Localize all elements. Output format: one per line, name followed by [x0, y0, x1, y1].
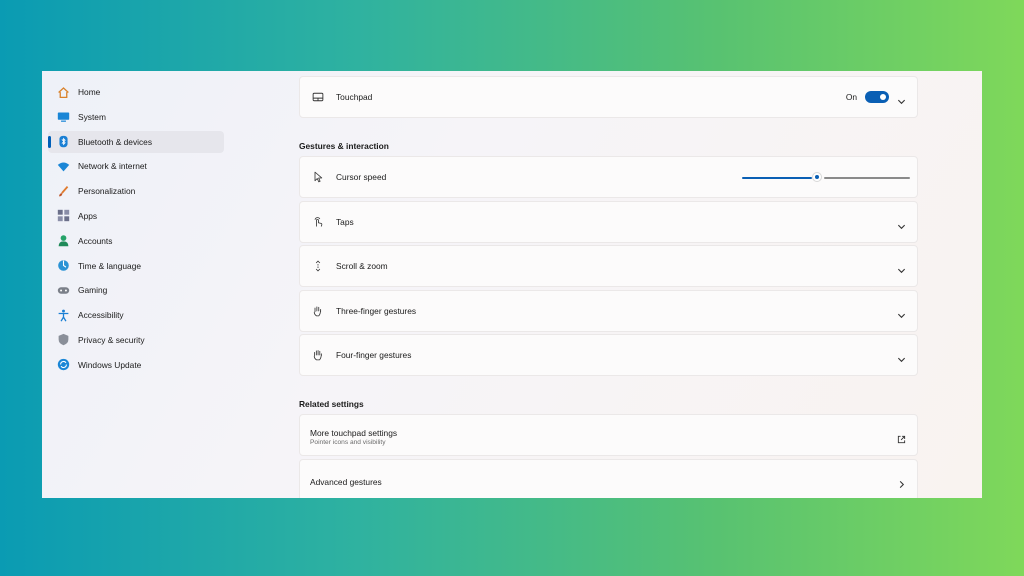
- three-finger-label: Three-finger gestures: [336, 306, 417, 316]
- sidebar-item-privacy-security[interactable]: Privacy & security: [48, 329, 224, 351]
- scroll-zoom-card[interactable]: Scroll & zoom: [299, 245, 918, 287]
- chevron-down-icon[interactable]: [897, 351, 906, 362]
- sidebar-item-bluetooth-devices[interactable]: Bluetooth & devices: [48, 130, 224, 153]
- slider-fill: [742, 177, 812, 179]
- system-icon: [56, 110, 70, 124]
- sidebar-item-accessibility[interactable]: Accessibility: [48, 304, 224, 326]
- cursor-speed-slider[interactable]: [742, 157, 910, 199]
- settings-window: Home System Bluetooth & devices Network …: [42, 71, 982, 498]
- cursor-speed-label: Cursor speed: [336, 172, 387, 182]
- sidebar-item-gaming[interactable]: Gaming: [48, 279, 224, 301]
- shield-icon: [56, 333, 70, 347]
- sidebar-item-label: System: [78, 111, 106, 122]
- slider-thumb[interactable]: [812, 172, 822, 182]
- gestures-section-title: Gestures & interaction: [299, 141, 389, 151]
- sidebar-item-label: Personalization: [78, 186, 136, 197]
- cursor-icon: [311, 170, 325, 184]
- three-finger-hand-icon: [311, 304, 325, 318]
- sidebar-item-label: Network & internet: [78, 161, 147, 172]
- sidebar-item-label: Privacy & security: [78, 334, 145, 345]
- accounts-icon: [56, 234, 70, 248]
- sidebar-item-label: Accounts: [78, 235, 113, 246]
- advanced-gestures-card[interactable]: Advanced gestures: [299, 459, 918, 498]
- sidebar-item-system[interactable]: System: [48, 106, 224, 128]
- sidebar-item-label: Bluetooth & devices: [78, 136, 153, 147]
- touchpad-card[interactable]: Touchpad On: [299, 76, 918, 118]
- chevron-down-icon[interactable]: [897, 93, 906, 104]
- sidebar-item-label: Windows Update: [78, 359, 142, 370]
- home-icon: [56, 85, 70, 99]
- sidebar-item-home[interactable]: Home: [48, 81, 224, 103]
- sidebar-item-personalization[interactable]: Personalization: [48, 180, 224, 202]
- sidebar: Home System Bluetooth & devices Network …: [48, 81, 224, 379]
- chevron-right-icon[interactable]: [897, 476, 906, 488]
- four-finger-card[interactable]: Four-finger gestures: [299, 334, 918, 376]
- toggle-state-text: On: [845, 92, 857, 102]
- gamepad-icon: [56, 283, 70, 297]
- tap-icon: [311, 215, 325, 229]
- sidebar-item-time-language[interactable]: Time & language: [48, 255, 224, 277]
- sidebar-item-apps[interactable]: Apps: [48, 205, 224, 227]
- brush-icon: [56, 184, 70, 198]
- apps-icon: [56, 209, 70, 223]
- sidebar-item-label: Accessibility: [78, 310, 124, 321]
- related-section-title: Related settings: [299, 399, 364, 409]
- globe-icon: [56, 259, 70, 273]
- slider-track: [824, 177, 910, 179]
- sidebar-item-label: Time & language: [78, 260, 142, 271]
- accessibility-icon: [56, 308, 70, 322]
- scroll-icon: [311, 259, 325, 273]
- more-touchpad-title: More touchpad settings: [310, 428, 398, 438]
- bluetooth-icon: [56, 135, 70, 149]
- update-icon: [56, 358, 70, 372]
- more-touchpad-settings-card[interactable]: More touchpad settings Pointer icons and…: [299, 414, 918, 456]
- sidebar-item-windows-update[interactable]: Windows Update: [48, 354, 224, 376]
- wifi-icon: [56, 159, 70, 173]
- more-touchpad-subtitle: Pointer icons and visibility: [310, 439, 386, 446]
- touchpad-icon: [311, 90, 325, 104]
- four-finger-label: Four-finger gestures: [336, 350, 412, 360]
- chevron-down-icon[interactable]: [897, 307, 906, 318]
- taps-label: Taps: [336, 217, 354, 227]
- three-finger-card[interactable]: Three-finger gestures: [299, 290, 918, 332]
- touchpad-label: Touchpad: [336, 92, 373, 102]
- scroll-zoom-label: Scroll & zoom: [336, 261, 388, 271]
- advanced-gestures-label: Advanced gestures: [310, 477, 382, 487]
- sidebar-item-network[interactable]: Network & internet: [48, 155, 224, 177]
- chevron-down-icon[interactable]: [897, 262, 906, 273]
- sidebar-item-label: Gaming: [78, 285, 108, 296]
- sidebar-item-label: Apps: [78, 210, 98, 221]
- chevron-down-icon[interactable]: [897, 218, 906, 229]
- taps-card[interactable]: Taps: [299, 201, 918, 243]
- external-link-icon[interactable]: [897, 431, 906, 443]
- four-finger-hand-icon: [311, 348, 325, 362]
- touchpad-toggle[interactable]: [865, 91, 889, 103]
- sidebar-item-accounts[interactable]: Accounts: [48, 230, 224, 252]
- cursor-speed-card: Cursor speed: [299, 156, 918, 198]
- sidebar-item-label: Home: [78, 87, 101, 97]
